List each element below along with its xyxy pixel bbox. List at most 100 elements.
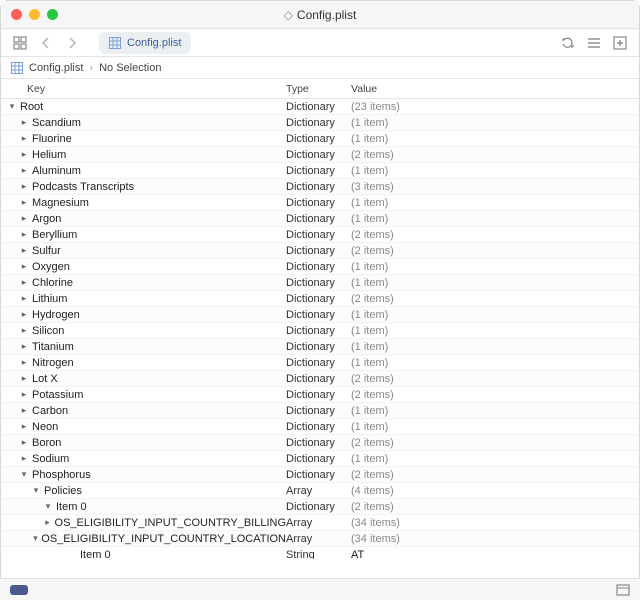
- disclosure-closed-icon[interactable]: ▸: [19, 341, 29, 352]
- row-key: Phosphorus: [32, 469, 91, 481]
- table-row[interactable]: ▾OS_ELIGIBILITY_INPUT_COUNTRY_LOCATIONAr…: [1, 531, 639, 547]
- row-type: Dictionary: [286, 469, 351, 481]
- column-header-type[interactable]: Type: [286, 83, 351, 95]
- disclosure-closed-icon[interactable]: ▸: [19, 245, 29, 256]
- disclosure-closed-icon[interactable]: ▸: [19, 133, 29, 144]
- table-row[interactable]: ▸Silicon Dictionary(1 item): [1, 323, 639, 339]
- disclosure-open-icon[interactable]: ▾: [32, 533, 38, 544]
- table-row[interactable]: ▾PoliciesArray(4 items): [1, 483, 639, 499]
- zoom-window-button[interactable]: [47, 9, 58, 20]
- disclosure-closed-icon[interactable]: ▸: [19, 213, 29, 224]
- disclosure-closed-icon[interactable]: ▸: [19, 165, 29, 176]
- table-row[interactable]: ▸CarbonDictionary(1 item): [1, 403, 639, 419]
- table-row[interactable]: ▸LithiumDictionary(2 items): [1, 291, 639, 307]
- row-key: Item 0: [80, 549, 111, 560]
- row-key: OS_ELIGIBILITY_INPUT_COUNTRY_LOCATION: [41, 533, 286, 545]
- row-key: Sulfur: [32, 245, 61, 257]
- list-view-icon[interactable]: [583, 33, 605, 53]
- disclosure-closed-icon[interactable]: ▸: [19, 309, 29, 320]
- table-row[interactable]: ▸Podcasts TranscriptsDictionary(3 items): [1, 179, 639, 195]
- table-row[interactable]: ▸ScandiumDictionary(1 item): [1, 115, 639, 131]
- row-key: Helium: [32, 149, 66, 161]
- disclosure-closed-icon[interactable]: ▸: [19, 373, 29, 384]
- table-row[interactable]: ▾PhosphorusDictionary(2 items): [1, 467, 639, 483]
- table-row[interactable]: ▾Item 0Dictionary(2 items): [1, 499, 639, 515]
- row-value: (1 item): [351, 341, 639, 353]
- table-row[interactable]: ▸MagnesiumDictionary(1 item): [1, 195, 639, 211]
- close-window-button[interactable]: [11, 9, 22, 20]
- row-type: Dictionary: [286, 325, 351, 337]
- row-value: (3 items): [351, 181, 639, 193]
- row-type: Dictionary: [286, 213, 351, 225]
- table-row[interactable]: ▸ChlorineDictionary(1 item): [1, 275, 639, 291]
- row-type: Dictionary: [286, 373, 351, 385]
- disclosure-open-icon[interactable]: ▾: [7, 101, 17, 112]
- table-row[interactable]: ▸Lot XDictionary(2 items): [1, 371, 639, 387]
- row-value: (2 items): [351, 373, 639, 385]
- breadcrumb-file[interactable]: Config.plist: [29, 62, 83, 74]
- disclosure-open-icon[interactable]: ▾: [31, 485, 41, 496]
- row-key: Oxygen: [32, 261, 70, 273]
- disclosure-closed-icon[interactable]: ▸: [19, 357, 29, 368]
- disclosure-closed-icon[interactable]: ▸: [19, 197, 29, 208]
- disclosure-closed-icon[interactable]: ▸: [19, 453, 29, 464]
- row-type: String: [286, 549, 351, 560]
- chevron-right-icon: ›: [89, 62, 93, 74]
- row-key: Carbon: [32, 405, 68, 417]
- minimize-window-button[interactable]: [29, 9, 40, 20]
- filter-icon[interactable]: [616, 584, 630, 596]
- table-row[interactable]: ▾RootDictionary(23 items): [1, 99, 639, 115]
- table-row[interactable]: ▸OS_ELIGIBILITY_INPUT_COUNTRY_BILLINGArr…: [1, 515, 639, 531]
- table-row[interactable]: ▸SulfurDictionary(2 items): [1, 243, 639, 259]
- disclosure-closed-icon[interactable]: ▸: [19, 277, 29, 288]
- row-value: (1 item): [351, 133, 639, 145]
- disclosure-open-icon[interactable]: ▾: [43, 501, 53, 512]
- row-type: Dictionary: [286, 357, 351, 369]
- row-key: Magnesium: [32, 197, 89, 209]
- disclosure-closed-icon[interactable]: ▸: [19, 421, 29, 432]
- disclosure-closed-icon[interactable]: ▸: [19, 293, 29, 304]
- disclosure-closed-icon[interactable]: ▸: [19, 437, 29, 448]
- column-header-value[interactable]: Value: [351, 83, 639, 95]
- table-row[interactable]: ▸PotassiumDictionary(2 items): [1, 387, 639, 403]
- table-row[interactable]: ▸BerylliumDictionary(2 items): [1, 227, 639, 243]
- row-type: Dictionary: [286, 453, 351, 465]
- table-row[interactable]: Item 0StringAT: [1, 547, 639, 559]
- row-value: (34 items): [351, 517, 639, 529]
- table-row[interactable]: ▸FluorineDictionary(1 item): [1, 131, 639, 147]
- table-row[interactable]: ▸NitrogenDictionary(1 item): [1, 355, 639, 371]
- disclosure-closed-icon[interactable]: ▸: [19, 261, 29, 272]
- disclosure-closed-icon[interactable]: ▸: [19, 389, 29, 400]
- related-items-icon[interactable]: [9, 33, 31, 53]
- row-value: (1 item): [351, 165, 639, 177]
- table-row[interactable]: ▸HeliumDictionary(2 items): [1, 147, 639, 163]
- disclosure-closed-icon[interactable]: ▸: [19, 149, 29, 160]
- document-tab[interactable]: Config.plist: [99, 32, 191, 54]
- disclosure-closed-icon[interactable]: ▸: [19, 117, 29, 128]
- row-type: Dictionary: [286, 101, 351, 113]
- table-row[interactable]: ▸NeonDictionary(1 item): [1, 419, 639, 435]
- table-row[interactable]: ▸ArgonDictionary(1 item): [1, 211, 639, 227]
- row-value: (1 item): [351, 325, 639, 337]
- table-row[interactable]: ▸TitaniumDictionary(1 item): [1, 339, 639, 355]
- row-value: (1 item): [351, 197, 639, 209]
- table-row[interactable]: ▸OxygenDictionary(1 item): [1, 259, 639, 275]
- table-row[interactable]: ▸AluminumDictionary(1 item): [1, 163, 639, 179]
- table-row[interactable]: ▸SodiumDictionary(1 item): [1, 451, 639, 467]
- row-key: Neon: [32, 421, 58, 433]
- add-panel-icon[interactable]: [609, 33, 631, 53]
- disclosure-closed-icon[interactable]: ▸: [19, 405, 29, 416]
- nav-forward-button[interactable]: [61, 33, 83, 53]
- disclosure-closed-icon[interactable]: ▸: [19, 325, 29, 336]
- status-bar: [0, 578, 640, 600]
- row-key: Silicon: [32, 325, 64, 337]
- nav-back-button[interactable]: [35, 33, 57, 53]
- column-header-key[interactable]: Key: [1, 83, 286, 95]
- table-row[interactable]: ▸HydrogenDictionary(1 item): [1, 307, 639, 323]
- disclosure-open-icon[interactable]: ▾: [19, 469, 29, 480]
- disclosure-closed-icon[interactable]: ▸: [44, 517, 52, 528]
- disclosure-closed-icon[interactable]: ▸: [19, 229, 29, 240]
- table-row[interactable]: ▸BoronDictionary(2 items): [1, 435, 639, 451]
- refresh-icon[interactable]: [557, 33, 579, 53]
- disclosure-closed-icon[interactable]: ▸: [19, 181, 29, 192]
